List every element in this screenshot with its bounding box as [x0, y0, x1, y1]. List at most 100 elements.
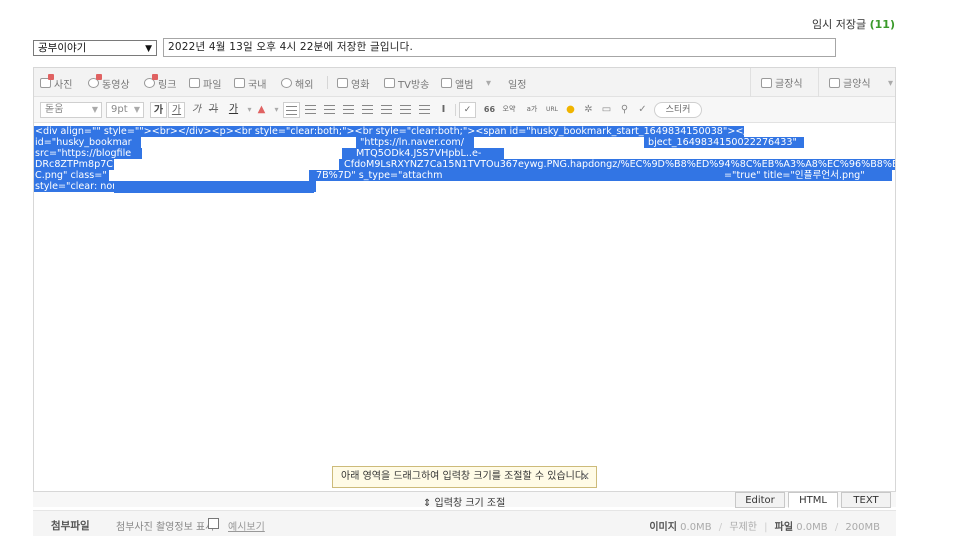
ordered-list-icon [362, 105, 373, 114]
toolbar-decoration[interactable]: 글장식 [750, 68, 818, 97]
category-select[interactable]: 공부이야기 ▼ [33, 40, 157, 56]
chevron-down-icon: ▼ [91, 105, 98, 114]
toolbar-album[interactable]: 앨범 [441, 76, 473, 91]
indent-button[interactable] [416, 102, 433, 118]
globe-icon [281, 78, 292, 88]
tab-editor[interactable]: Editor [735, 492, 785, 508]
chevron-down-icon: ▼ [133, 105, 140, 114]
toolbar-domestic[interactable]: 국내 [234, 76, 267, 91]
italic-button[interactable]: 가 [188, 102, 205, 118]
align-left-button[interactable] [283, 102, 300, 118]
attachment-label: 첨부파일 [51, 520, 90, 532]
image-quota-value: 0.0MB [680, 522, 712, 533]
tv-icon [384, 78, 395, 88]
ordered-list-button[interactable] [359, 102, 376, 118]
align-justify-button[interactable] [340, 102, 357, 118]
sticker-label: 스티커 [665, 105, 691, 115]
bullet-list-icon [381, 105, 392, 114]
align-right-button[interactable] [321, 102, 338, 118]
example-link[interactable]: 예시보기 [228, 518, 265, 533]
toolbar-overseas[interactable]: 해외 [281, 76, 314, 91]
toolbar-file[interactable]: 파일 [189, 76, 222, 91]
url-button[interactable]: URL [544, 102, 560, 118]
resize-tooltip: 아래 영역을 드래그하여 입력창 크기를 조절할 수 있습니다. ✕ [332, 466, 597, 488]
source-fragment: MTQ5ODk4.JSS7VHpbL..e- [356, 148, 482, 159]
template-icon [829, 77, 840, 88]
align-center-button[interactable] [302, 102, 319, 118]
underline-button[interactable]: 가 [168, 102, 185, 118]
spell-check-icon[interactable]: ✓ [634, 102, 651, 118]
close-icon[interactable]: ✕ [581, 467, 590, 487]
toolbar-video[interactable]: 동영상 [88, 74, 130, 91]
chevron-down-icon: ▾ [888, 77, 894, 89]
bullet-list-button[interactable] [378, 102, 395, 118]
outdent-button[interactable] [397, 102, 414, 118]
quote-button[interactable]: 66 [481, 102, 498, 118]
chevron-down-icon: ▾ [486, 77, 492, 89]
sticker-button[interactable]: 스티커 [654, 102, 702, 118]
redaction [114, 181, 314, 193]
source-text: DRc8ZTPm8p7C [35, 159, 113, 170]
align-justify-icon [343, 105, 354, 114]
file-quota-label: 파일 [774, 522, 794, 533]
photo-info-checkbox[interactable] [208, 518, 219, 529]
photo-icon [40, 74, 54, 88]
photo-info-label: 첨부사진 촬영정보 표시 [116, 522, 215, 533]
toolbar-template[interactable]: 글양식 [818, 68, 886, 97]
strikethrough-button[interactable]: 가 [205, 102, 222, 118]
toolbar-divider [455, 104, 456, 116]
bold-button[interactable]: 가 [150, 102, 167, 118]
toolbar-tv[interactable]: TV방송 [384, 76, 430, 91]
toolbar-overseas-label: 해외 [295, 79, 314, 91]
attachment-bar: 첨부파일 첨부사진 촬영정보 표시 예시보기 이미지 0.0MB / 무제한 |… [33, 510, 896, 536]
domestic-map-icon [234, 78, 245, 88]
format-toolbar: 돋움 ▼ 9pt ▼ 가 가 가 가 가 ▾ ▲ ▾ I ✓ 66 오약 a가 … [34, 97, 895, 123]
font-size-select[interactable]: 9pt ▼ [106, 102, 144, 118]
toolbar-calendar-label: 일정 [508, 79, 527, 91]
file-icon [189, 78, 200, 88]
font-family-select[interactable]: 돋움 ▼ [40, 102, 102, 118]
editor-bottom-bar: ⇕ 입력창 크기 조절 Editor HTML TEXT [33, 491, 896, 509]
toolbar-file-label: 파일 [203, 79, 222, 91]
source-line: <div align="" style=""><br></div><p><br … [34, 126, 744, 137]
outdent-icon [400, 105, 411, 114]
file-quota-value: 0.0MB [796, 522, 828, 533]
emoticon-icon[interactable]: ● [562, 102, 579, 118]
toolbar-photo[interactable]: 사진 [40, 74, 72, 91]
toolbar-more-dropdown[interactable]: ▾ [486, 76, 491, 90]
tab-html[interactable]: HTML [788, 492, 838, 508]
toolbar-tv-label: TV방송 [398, 79, 430, 91]
tab-text[interactable]: TEXT [841, 492, 891, 508]
toolbar-right-dropdown[interactable]: ▾ [888, 76, 893, 90]
special-char-button[interactable]: a가 [522, 102, 542, 118]
toolbar-movie[interactable]: 영화 [337, 76, 370, 91]
font-color-button[interactable]: 가 [225, 102, 242, 118]
quota-info: 이미지 0.0MB / 무제한 | 파일 0.0MB / 200MB [649, 522, 880, 533]
source-text: id="husky_bookmar [35, 137, 132, 148]
video-icon [88, 74, 102, 88]
html-source-editor[interactable]: <div align="" style=""><br></div><p><br … [34, 124, 895, 494]
temp-save-link[interactable]: 임시 저장글 (11) [812, 16, 895, 32]
toolbar-decoration-label: 글장식 [775, 79, 803, 90]
hanja-button[interactable]: 오약 [498, 102, 520, 118]
table-icon[interactable]: ▭ [598, 102, 615, 118]
resize-handle[interactable]: ⇕ 입력창 크기 조절 [423, 494, 505, 509]
toolbar-video-label: 동영상 [102, 79, 130, 91]
toolbar-link[interactable]: 링크 [144, 74, 176, 91]
toolbar-movie-label: 영화 [351, 79, 370, 91]
line-height-button[interactable]: I [435, 102, 452, 118]
decoration-icon [761, 77, 772, 88]
search-icon[interactable]: ⚲ [616, 102, 633, 118]
toolbar-domestic-label: 국내 [248, 79, 267, 91]
resize-tooltip-text: 아래 영역을 드래그하여 입력창 크기를 조절할 수 있습니다. [341, 471, 588, 482]
align-left-icon [286, 106, 297, 115]
insert-toolbar: 사진 동영상 링크 파일 국내 해외 영화 TV방송 앨범 ▾ 일정 글장식 글… [34, 68, 895, 97]
temp-save-label: 임시 저장글 [812, 18, 867, 31]
source-fragment: "https://ln.naver.com/ [360, 137, 464, 148]
post-title-input[interactable]: 2022년 4월 13일 오후 4시 22분에 저장한 글입니다. [163, 38, 836, 57]
toolbar-divider [327, 76, 328, 89]
spellcheck-button[interactable]: ✓ [459, 102, 476, 118]
category-value: 공부이야기 [38, 42, 87, 54]
toolbar-calendar[interactable]: 일정 [508, 76, 527, 91]
symbol-icon[interactable]: ✲ [580, 102, 597, 118]
